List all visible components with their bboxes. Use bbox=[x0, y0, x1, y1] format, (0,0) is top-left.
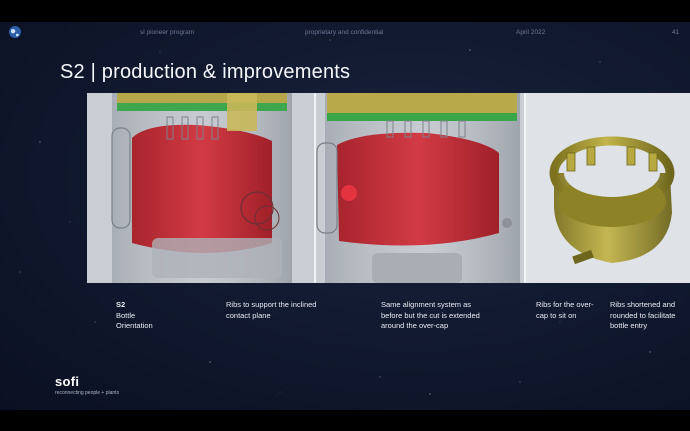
product-render-image bbox=[87, 93, 690, 283]
middle-part-render bbox=[316, 93, 520, 283]
sofi-logo: sofi reconnecting people + plants bbox=[55, 374, 119, 396]
date-label: April 2022 bbox=[516, 29, 546, 36]
caption-s2-bottle-orientation: S2 Bottle Orientation bbox=[116, 300, 186, 332]
globe-icon bbox=[9, 26, 21, 38]
left-part-render bbox=[111, 93, 292, 283]
logo-tagline: reconnecting people + plants bbox=[55, 390, 120, 396]
slide: sl pioneer program proprietary and confi… bbox=[0, 22, 690, 410]
caption-bottle-label: Bottle bbox=[116, 310, 136, 320]
page-number: 41 bbox=[672, 29, 680, 36]
logo-brand: sofi bbox=[55, 374, 80, 389]
caption-ribs-shortened: Ribs shortened and rounded to facilitate… bbox=[610, 300, 676, 330]
caption-alignment-system: Same alignment system as before but the … bbox=[381, 300, 480, 330]
caption-orientation-label: Orientation bbox=[116, 321, 153, 330]
program-label: sl pioneer program bbox=[140, 29, 195, 36]
confidentiality-label: proprietary and confidential bbox=[305, 29, 384, 36]
right-part-render bbox=[549, 136, 675, 265]
caption-ribs-support: Ribs to support the inclined contact pla… bbox=[226, 300, 317, 320]
slide-title: S2 | production & improvements bbox=[60, 61, 351, 83]
caption-overcap-ribs: Ribs for the over-cap to sit on bbox=[536, 300, 594, 320]
caption-s2-label: S2 bbox=[116, 300, 126, 309]
